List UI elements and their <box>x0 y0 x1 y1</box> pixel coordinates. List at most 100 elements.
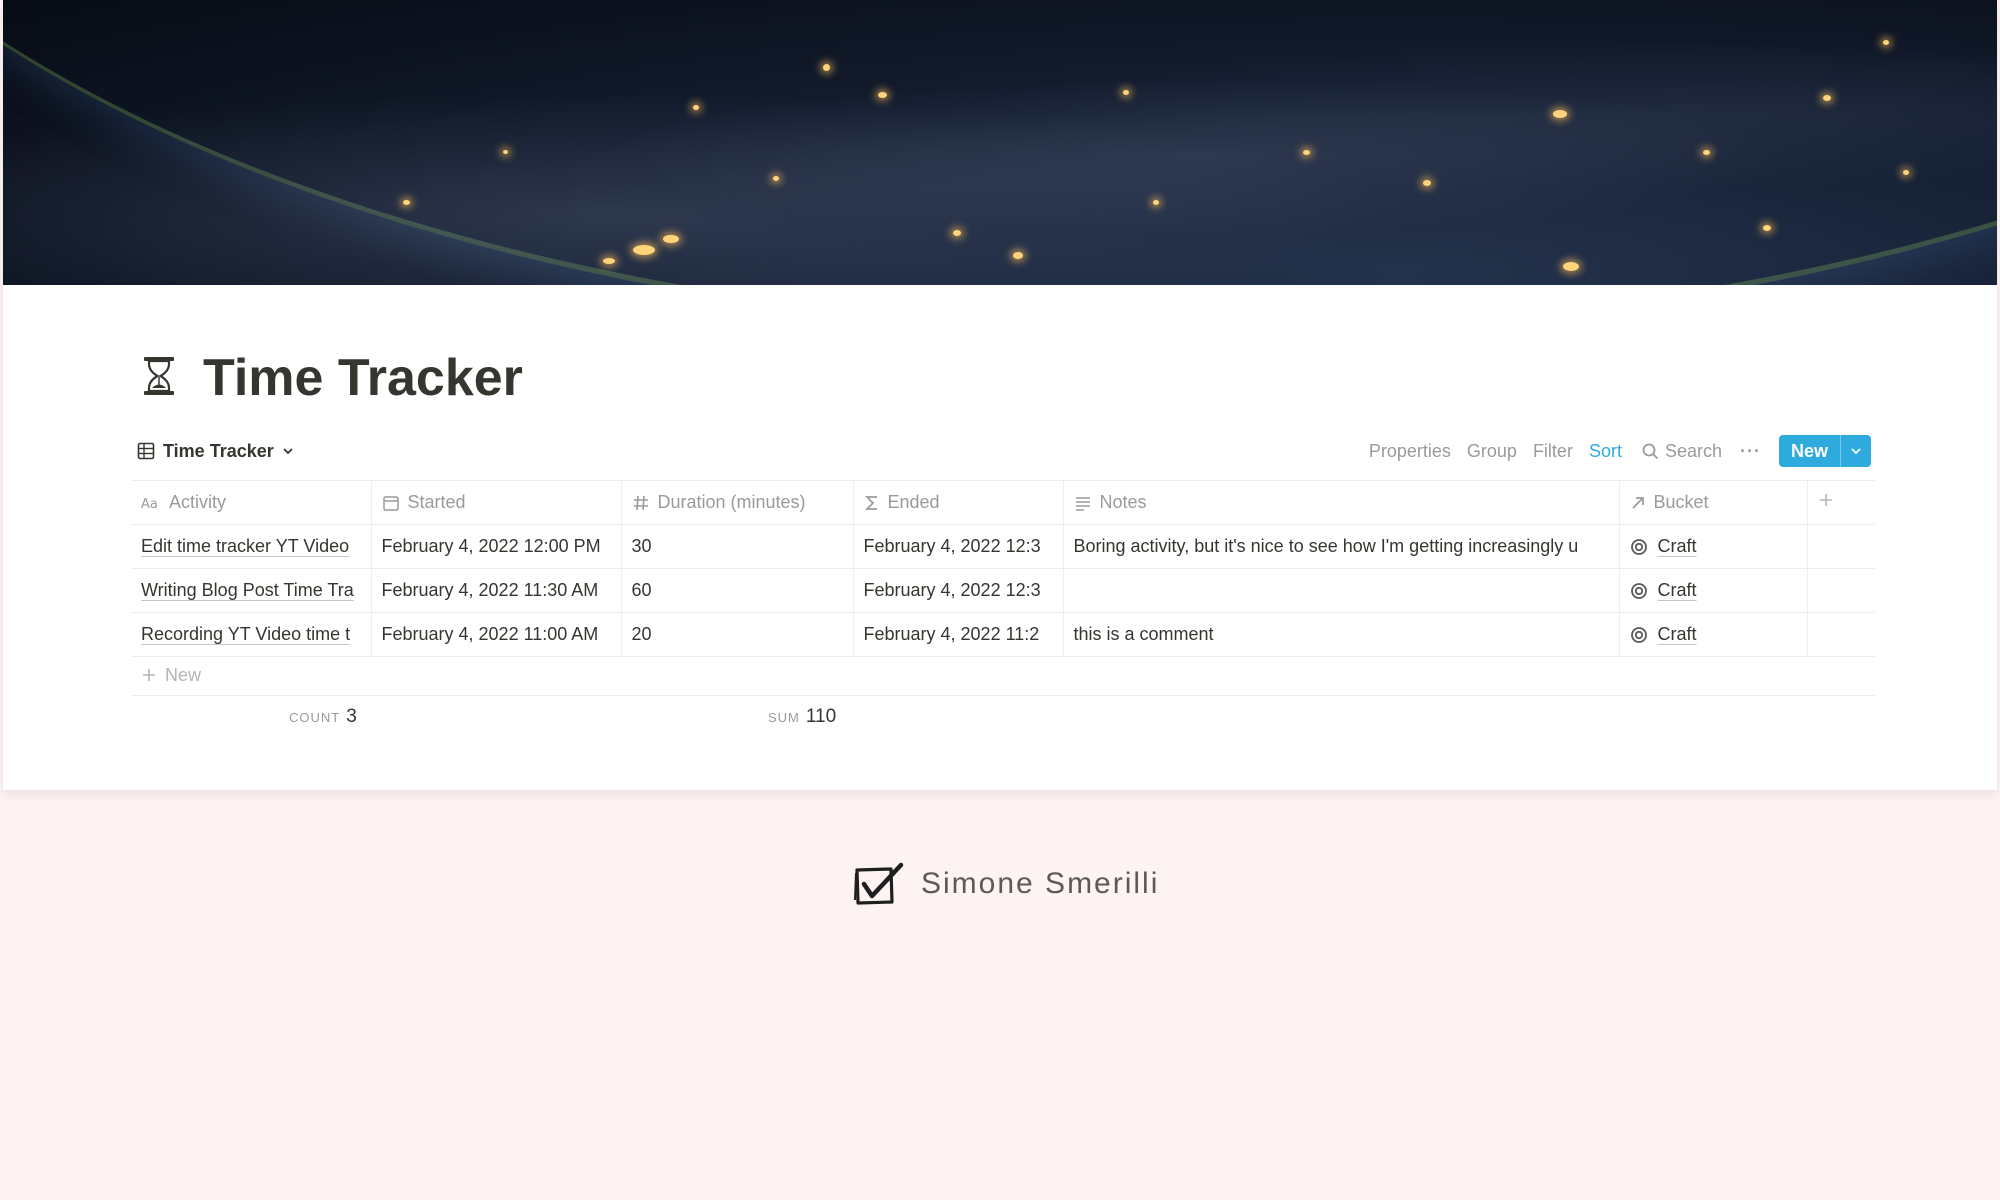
text-lines-icon <box>1075 496 1090 511</box>
city-light <box>1423 180 1431 186</box>
city-light <box>663 235 679 243</box>
city-light <box>1903 170 1909 175</box>
chevron-down-icon <box>1851 448 1861 455</box>
cell-duration[interactable]: 30 <box>621 524 854 569</box>
city-light <box>823 64 830 71</box>
cover-clouds <box>3 0 1997 285</box>
page-title[interactable]: Time Tracker <box>203 346 523 410</box>
text-aa-icon: Aa <box>141 497 158 511</box>
plus-icon <box>143 669 155 681</box>
city-light <box>1303 150 1310 155</box>
cell-activity[interactable]: Recording YT Video time t <box>131 612 372 657</box>
calendar-icon <box>382 495 399 511</box>
cell-ended[interactable]: February 4, 2022 11:2 <box>853 612 1064 657</box>
cell-ended[interactable]: February 4, 2022 12:3 <box>853 524 1064 569</box>
cell-bucket[interactable]: Craft <box>1619 524 1808 569</box>
filter-button[interactable]: Filter <box>1533 441 1573 462</box>
search-icon <box>1642 443 1659 459</box>
city-light <box>1153 200 1159 205</box>
relation-arrow-icon <box>1631 496 1644 509</box>
column-header-notes[interactable]: Notes <box>1063 480 1620 525</box>
cell-notes[interactable] <box>1063 568 1620 613</box>
add-property-button[interactable] <box>1807 480 1875 525</box>
chevron-down-icon <box>283 448 293 455</box>
group-button[interactable]: Group <box>1467 441 1517 462</box>
cell-empty <box>1807 568 1875 613</box>
view-label: Time Tracker <box>163 440 274 461</box>
table-row[interactable]: Writing Blog Post Time Tra February 4, 2… <box>131 568 1875 613</box>
city-light <box>1763 225 1771 231</box>
target-icon <box>1630 538 1647 555</box>
more-options-button[interactable]: ··· <box>1740 441 1761 462</box>
city-light <box>878 92 887 98</box>
cell-empty <box>1807 524 1875 569</box>
city-light <box>1013 252 1023 259</box>
city-light <box>1883 40 1889 45</box>
city-light <box>1123 90 1129 95</box>
new-dropdown-button[interactable] <box>1840 435 1871 467</box>
city-light <box>773 176 779 181</box>
database-table: Aa Activity Started Duration (minutes) E… <box>131 480 1875 657</box>
city-light <box>403 200 410 205</box>
column-header-started[interactable]: Started <box>371 480 622 525</box>
hourglass-icon[interactable] <box>141 355 177 397</box>
properties-button[interactable]: Properties <box>1369 441 1451 462</box>
city-light <box>603 258 615 264</box>
cell-started[interactable]: February 4, 2022 11:00 AM <box>371 612 622 657</box>
svg-text:Aa: Aa <box>141 497 158 511</box>
cell-started[interactable]: February 4, 2022 11:30 AM <box>371 568 622 613</box>
cell-bucket[interactable]: Craft <box>1619 612 1808 657</box>
column-header-bucket[interactable]: Bucket <box>1619 480 1808 525</box>
cell-started[interactable]: February 4, 2022 12:00 PM <box>371 524 622 569</box>
table-header-row: Aa Activity Started Duration (minutes) E… <box>131 480 1875 525</box>
city-light <box>953 230 961 236</box>
search-button[interactable]: Search <box>1642 441 1722 462</box>
cell-empty <box>1807 612 1875 657</box>
sum-value: 110 <box>805 706 837 727</box>
cell-notes[interactable]: Boring activity, but it's nice to see ho… <box>1063 524 1620 569</box>
cell-duration[interactable]: 20 <box>621 612 854 657</box>
cell-ended[interactable]: February 4, 2022 12:3 <box>853 568 1064 613</box>
hash-icon <box>633 495 648 510</box>
new-row-label: New <box>165 664 202 685</box>
footer-brand: Simone Smerilli <box>853 862 1159 906</box>
table-row[interactable]: Recording YT Video time t February 4, 20… <box>131 612 1875 657</box>
count-label: COUNT <box>289 710 341 725</box>
count-calculation[interactable]: COUNT 3 <box>289 706 357 730</box>
city-light <box>1823 95 1831 101</box>
view-toolbar: Properties Group Filter Sort Search ··· … <box>1353 434 1871 468</box>
author-name: Simone Smerilli <box>921 867 1160 900</box>
cell-bucket[interactable]: Craft <box>1619 568 1808 613</box>
city-light <box>503 150 508 154</box>
cell-activity[interactable]: Writing Blog Post Time Tra <box>131 568 372 613</box>
table-row[interactable]: Edit time tracker YT Video February 4, 2… <box>131 524 1875 569</box>
cover-image[interactable] <box>3 0 1997 285</box>
city-light <box>1703 150 1710 155</box>
target-icon <box>1630 582 1647 599</box>
city-light <box>633 245 655 255</box>
checkbox-logo-icon <box>854 862 904 905</box>
column-header-ended[interactable]: Ended <box>853 480 1064 525</box>
search-label: Search <box>1664 440 1722 461</box>
new-record-button[interactable]: New <box>1778 435 1871 467</box>
table-icon <box>137 442 155 460</box>
new-button-label: New <box>1790 441 1828 461</box>
count-value: 3 <box>346 706 357 727</box>
add-new-row-button[interactable]: New <box>131 655 1875 696</box>
column-header-duration[interactable]: Duration (minutes) <box>621 480 854 525</box>
view-selector[interactable]: Time Tracker <box>137 438 294 464</box>
formula-sigma-icon <box>864 495 877 510</box>
cell-duration[interactable]: 60 <box>621 568 854 613</box>
city-light <box>693 105 699 110</box>
cell-notes[interactable]: this is a comment <box>1063 612 1620 657</box>
cell-activity[interactable]: Edit time tracker YT Video <box>131 524 372 569</box>
target-icon <box>1630 626 1647 643</box>
city-light <box>1563 262 1579 271</box>
page-card: Time Tracker Time Tracker Properties Gro… <box>3 0 1997 790</box>
column-header-activity[interactable]: Aa Activity <box>131 480 372 525</box>
sort-button[interactable]: Sort <box>1589 441 1622 462</box>
sum-calculation[interactable]: SUM 110 <box>768 706 836 730</box>
sum-label: SUM <box>768 710 800 725</box>
plus-icon <box>1819 494 1832 506</box>
city-light <box>1553 110 1567 118</box>
